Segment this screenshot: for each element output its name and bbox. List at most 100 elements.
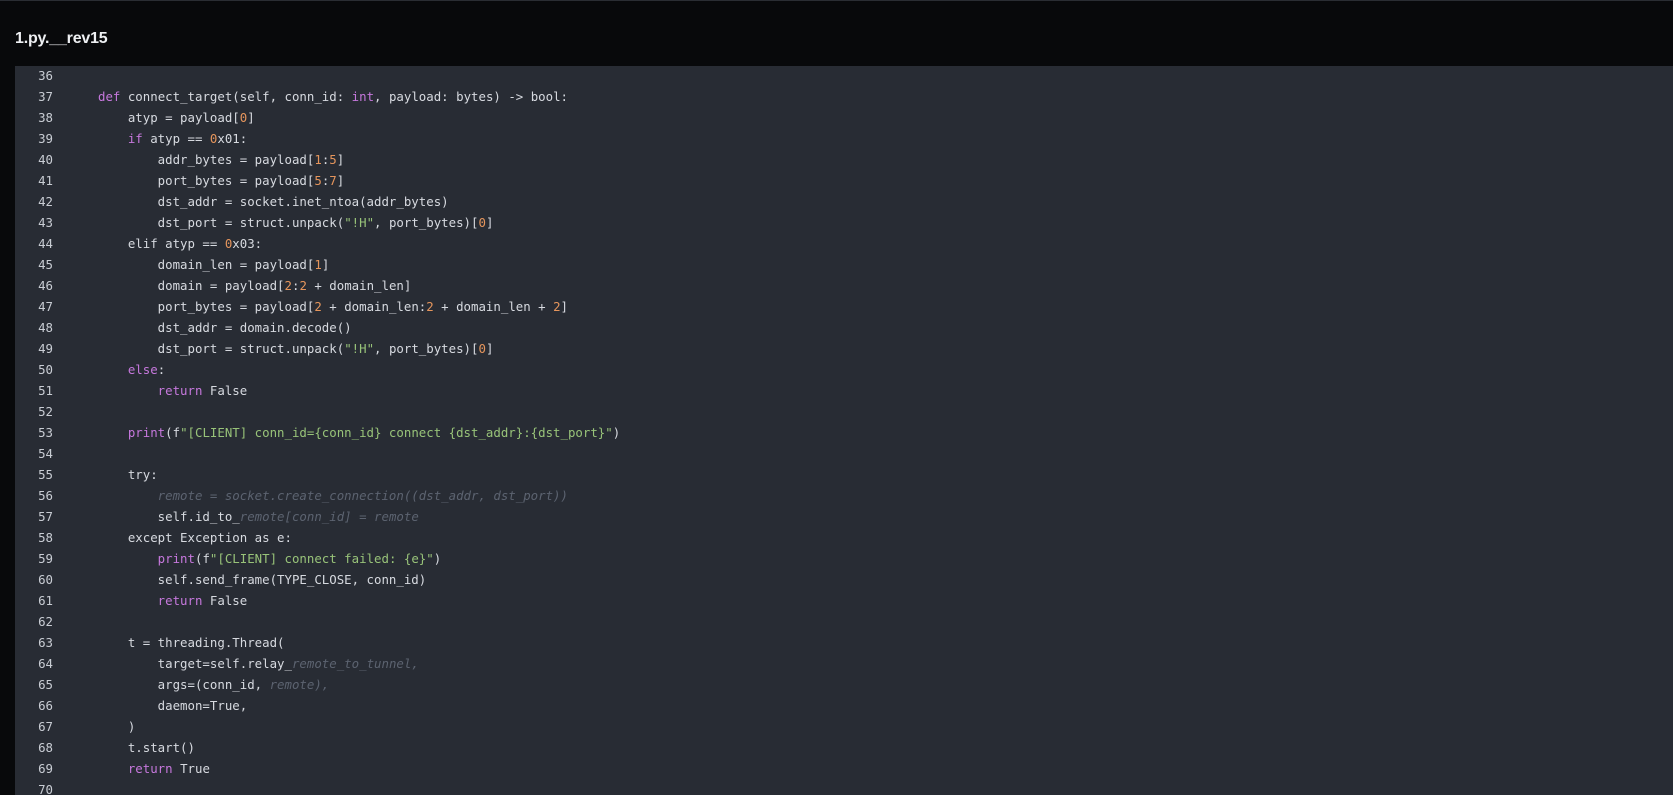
code-token: "!H" <box>344 215 375 230</box>
code-line[interactable]: 55 try: <box>15 464 1673 485</box>
line-number: 66 <box>38 698 53 713</box>
code-token: 7 <box>329 173 337 188</box>
code-token: , port_bytes)[ <box>374 215 479 230</box>
code-line[interactable]: 47 port_bytes = payload[2 + domain_len:2… <box>15 296 1673 317</box>
line-number: 58 <box>38 530 53 545</box>
line-code: dst_port = struct.unpack("!H", port_byte… <box>53 212 494 233</box>
code-line[interactable]: 58 except Exception as e: <box>15 527 1673 548</box>
code-line[interactable]: 49 dst_port = struct.unpack("!H", port_b… <box>15 338 1673 359</box>
line-number: 69 <box>38 761 53 776</box>
code-token: "[CLIENT] connect failed: {e}" <box>209 551 434 566</box>
code-token: , payload: bytes) -> bool: <box>374 89 569 104</box>
code-line[interactable]: 52 <box>15 401 1673 422</box>
code-line[interactable]: 57 self.id_to_remote[conn_id] = remote <box>15 506 1673 527</box>
code-line[interactable]: 66 daemon=True, <box>15 695 1673 716</box>
line-code: dst_addr = domain.decode() <box>53 317 352 338</box>
line-code: self.id_to_remote[conn_id] = remote <box>53 506 419 527</box>
code-line[interactable]: 36 <box>15 66 1673 86</box>
code-token: dst_port = struct.unpack( <box>98 341 345 356</box>
code-token: ) <box>612 425 621 440</box>
code-line[interactable]: 68 t.start() <box>15 737 1673 758</box>
code-line[interactable]: 44 elif atyp == 0x03: <box>15 233 1673 254</box>
code-token: 0 <box>478 341 486 356</box>
line-number: 65 <box>38 677 53 692</box>
code-line[interactable]: 70 <box>15 779 1673 795</box>
line-number: 44 <box>38 236 53 251</box>
code-line[interactable]: 65 args=(conn_id, remote), <box>15 674 1673 695</box>
code-token: False <box>202 593 248 608</box>
code-lines: 36 37 def connect_target(self, conn_id: in… <box>15 66 1673 795</box>
code-token: dst_addr = domain.decode() <box>98 320 352 335</box>
line-number: 63 <box>38 635 53 650</box>
code-line[interactable]: 50 else: <box>15 359 1673 380</box>
line-number: 53 <box>38 425 53 440</box>
line-number: 67 <box>38 719 53 734</box>
code-line[interactable]: 67 ) <box>15 716 1673 737</box>
code-token: t.start() <box>98 740 195 755</box>
line-number: 50 <box>38 362 53 377</box>
code-token: remote), <box>269 677 330 692</box>
code-line[interactable]: 41 port_bytes = payload[5:7] <box>15 170 1673 191</box>
code-line[interactable]: 46 domain = payload[2:2 + domain_len] <box>15 275 1673 296</box>
code-line[interactable]: 38 atyp = payload[0] <box>15 107 1673 128</box>
code-line[interactable]: 64 target=self.relay_remote_to_tunnel, <box>15 653 1673 674</box>
line-number: 37 <box>38 89 53 104</box>
code-token: elif atyp == <box>98 236 225 251</box>
file-title: 1.py.__rev15 <box>15 30 108 47</box>
line-number: 70 <box>38 782 53 795</box>
code-line[interactable]: 61 return False <box>15 590 1673 611</box>
code-token: + domain_len + <box>433 299 554 314</box>
code-token: "[CLIENT] conn_id={conn_id} connect {dst… <box>180 425 613 440</box>
code-token: 2 <box>299 278 307 293</box>
line-code: else: <box>53 359 165 380</box>
line-code: try: <box>53 464 158 485</box>
line-number: 43 <box>38 215 53 230</box>
code-line[interactable]: 40 addr_bytes = payload[1:5] <box>15 149 1673 170</box>
code-line[interactable]: 63 t = threading.Thread( <box>15 632 1673 653</box>
line-code: dst_port = struct.unpack("!H", port_byte… <box>53 338 494 359</box>
code-editor[interactable]: 36 37 def connect_target(self, conn_id: in… <box>15 66 1673 795</box>
code-token: "!H" <box>344 341 375 356</box>
line-number: 48 <box>38 320 53 335</box>
code-token: self.send_frame(TYPE_CLOSE, conn_id) <box>98 572 427 587</box>
code-line[interactable]: 62 <box>15 611 1673 632</box>
line-number: 49 <box>38 341 53 356</box>
line-code: t.start() <box>53 737 195 758</box>
code-line[interactable]: 37 def connect_target(self, conn_id: int,… <box>15 86 1673 107</box>
code-token: port_bytes = payload[ <box>98 299 315 314</box>
code-token: + domain_len] <box>306 278 412 293</box>
code-line[interactable]: 42 dst_addr = socket.inet_ntoa(addr_byte… <box>15 191 1673 212</box>
code-token: print <box>98 425 166 440</box>
code-token: atyp == <box>142 131 210 146</box>
code-line[interactable]: 39 if atyp == 0x01: <box>15 128 1673 149</box>
line-code: if atyp == 0x01: <box>53 128 247 149</box>
code-line[interactable]: 60 self.send_frame(TYPE_CLOSE, conn_id) <box>15 569 1673 590</box>
line-code: except Exception as e: <box>53 527 292 548</box>
code-line[interactable]: 69 return True <box>15 758 1673 779</box>
line-code: return True <box>53 758 210 779</box>
code-line[interactable]: 45 domain_len = payload[1] <box>15 254 1673 275</box>
code-token: if <box>98 131 143 146</box>
code-token: (f <box>194 551 210 566</box>
code-token: return <box>98 383 203 398</box>
code-line[interactable]: 54 <box>15 443 1673 464</box>
code-token: except Exception as e: <box>98 530 292 545</box>
code-line[interactable]: 56 remote = socket.create_connection((ds… <box>15 485 1673 506</box>
line-number: 42 <box>38 194 53 209</box>
code-token: 0 <box>478 215 486 230</box>
code-token: def <box>98 89 121 104</box>
code-line[interactable]: 51 return False <box>15 380 1673 401</box>
code-token: remote[conn_id] = remote <box>239 509 419 524</box>
line-code: target=self.relay_remote_to_tunnel, <box>53 653 419 674</box>
code-line[interactable]: 53 print(f"[CLIENT] conn_id={conn_id} co… <box>15 422 1673 443</box>
code-token: ) <box>98 719 136 734</box>
code-token: ] <box>485 341 494 356</box>
line-code: port_bytes = payload[2 + domain_len:2 + … <box>53 296 568 317</box>
code-line[interactable]: 48 dst_addr = domain.decode() <box>15 317 1673 338</box>
line-number: 39 <box>38 131 53 146</box>
code-token: False <box>202 383 248 398</box>
code-line[interactable]: 59 print(f"[CLIENT] connect failed: {e}"… <box>15 548 1673 569</box>
code-line[interactable]: 43 dst_port = struct.unpack("!H", port_b… <box>15 212 1673 233</box>
